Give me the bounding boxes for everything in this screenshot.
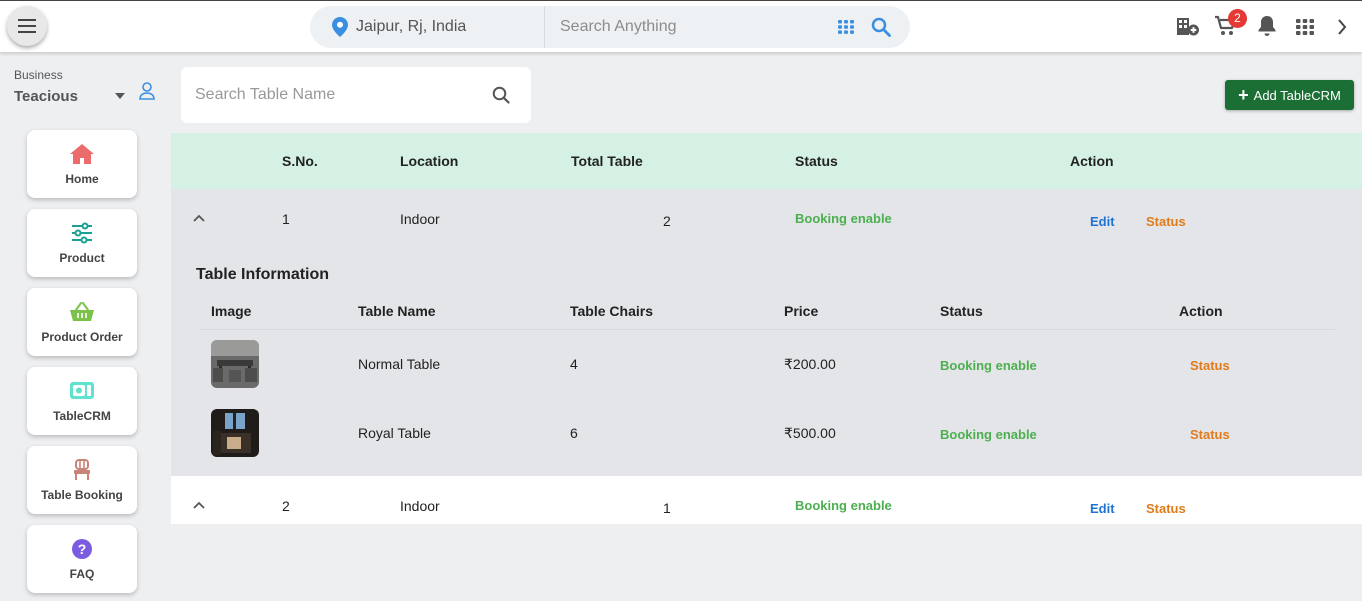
column-header-action: Action: [1070, 153, 1114, 169]
row-status-badge: Booking enable: [795, 498, 892, 513]
basket-icon: [70, 302, 94, 321]
table-status-badge: Booking enable: [940, 358, 1037, 373]
edit-link[interactable]: Edit: [1090, 501, 1115, 516]
column-header-status: Status: [795, 153, 838, 169]
sidebar-item-table-booking[interactable]: Table Booking: [27, 446, 137, 514]
search-icon[interactable]: [871, 17, 891, 37]
table-chairs: 4: [570, 356, 578, 372]
table-price: ₹200.00: [784, 356, 836, 372]
add-tablecrm-button[interactable]: + Add TableCRM: [1225, 80, 1354, 110]
column-header-sno: S.No.: [282, 153, 318, 169]
sidebar-item-label: FAQ: [69, 567, 95, 581]
status-toggle-link[interactable]: Status: [1146, 501, 1186, 516]
sidebar-item-label: Product: [59, 251, 105, 265]
table-name: Normal Table: [358, 356, 441, 372]
sidebar-item-faq[interactable]: ? FAQ: [27, 525, 137, 593]
global-search-input[interactable]: [560, 14, 820, 40]
category-grid-icon[interactable]: [838, 20, 854, 34]
user-icon[interactable]: [139, 82, 155, 100]
sidebar-item-label: Home: [65, 172, 99, 186]
notification-bell-icon[interactable]: [1257, 15, 1277, 37]
table-search-box: [181, 67, 531, 123]
apps-grid-icon[interactable]: [1296, 19, 1314, 35]
sub-column-header-status: Status: [940, 303, 983, 319]
caret-down-icon[interactable]: [115, 93, 125, 99]
column-header-location: Location: [400, 153, 459, 169]
hamburger-icon: [18, 19, 36, 33]
help-icon: ?: [72, 539, 92, 559]
sub-table-divider: [199, 329, 1335, 330]
location-selector[interactable]: Jaipur, Rj, India: [356, 18, 466, 36]
add-tablecrm-label: Add TableCRM: [1253, 87, 1341, 103]
tablecrm-icon: [70, 382, 94, 399]
table-row: 2 Indoor 1 Booking enable Edit Status: [171, 476, 1362, 524]
business-add-icon[interactable]: [1176, 15, 1200, 37]
home-icon: [70, 144, 94, 164]
sidebar-item-home[interactable]: Home: [27, 130, 137, 198]
sidebar-item-label: TableCRM: [53, 409, 111, 423]
svg-text:?: ?: [78, 541, 87, 557]
table-information-title: Table Information: [196, 266, 330, 283]
search-icon[interactable]: [492, 86, 510, 104]
sidebar-item-label: Product Order: [41, 330, 123, 344]
plus-icon: +: [1238, 85, 1249, 105]
sidebar-item-tablecrm[interactable]: TableCRM: [27, 367, 137, 435]
row-sno: 1: [282, 211, 290, 227]
chevron-up-icon[interactable]: [193, 501, 205, 509]
location-pin-icon: [332, 17, 348, 37]
status-toggle-link[interactable]: Status: [1146, 214, 1186, 229]
search-divider: [544, 6, 545, 48]
sub-column-header-price: Price: [784, 303, 819, 319]
chevron-right-icon[interactable]: [1337, 19, 1347, 35]
table-header: S.No. Location Total Table Status Action: [171, 133, 1362, 189]
business-label: Business: [14, 68, 63, 82]
sidebar-item-product[interactable]: Product: [27, 209, 137, 277]
edit-link[interactable]: Edit: [1090, 214, 1115, 229]
cart-count-badge: 2: [1228, 9, 1247, 28]
row-location: Indoor: [400, 211, 440, 227]
chair-icon: [74, 459, 90, 480]
table-row: 1 Indoor 2 Booking enable Edit Status Ta…: [171, 189, 1362, 476]
column-header-total-table: Total Table: [571, 153, 643, 169]
table-status-link[interactable]: Status: [1190, 427, 1230, 442]
table-image-royal: [211, 409, 259, 457]
sub-column-header-action: Action: [1179, 303, 1223, 319]
business-name[interactable]: Teacious: [14, 88, 78, 105]
table-status-link[interactable]: Status: [1190, 358, 1230, 373]
row-total-table: 1: [663, 500, 671, 516]
table-search-input[interactable]: [195, 83, 485, 107]
sidebar-item-label: Table Booking: [41, 488, 123, 502]
table-chairs: 6: [570, 425, 578, 441]
row-total-table: 2: [663, 213, 671, 229]
top-bar: Jaipur, Rj, India 2: [0, 0, 1362, 52]
table-price: ₹500.00: [784, 425, 836, 441]
row-status-badge: Booking enable: [795, 211, 892, 226]
global-search-bar: Jaipur, Rj, India: [310, 6, 910, 48]
sidebar-item-product-order[interactable]: Product Order: [27, 288, 137, 356]
chevron-up-icon[interactable]: [193, 214, 205, 222]
sliders-icon: [72, 222, 92, 244]
sub-column-header-image: Image: [211, 303, 252, 319]
menu-button[interactable]: [7, 6, 47, 46]
row-sno: 2: [282, 498, 290, 514]
sub-column-header-table-chairs: Table Chairs: [570, 303, 653, 319]
table-image-normal: [211, 340, 259, 388]
sub-column-header-table-name: Table Name: [358, 303, 436, 319]
table-status-badge: Booking enable: [940, 427, 1037, 442]
table-name: Royal Table: [358, 425, 431, 441]
row-location: Indoor: [400, 498, 440, 514]
